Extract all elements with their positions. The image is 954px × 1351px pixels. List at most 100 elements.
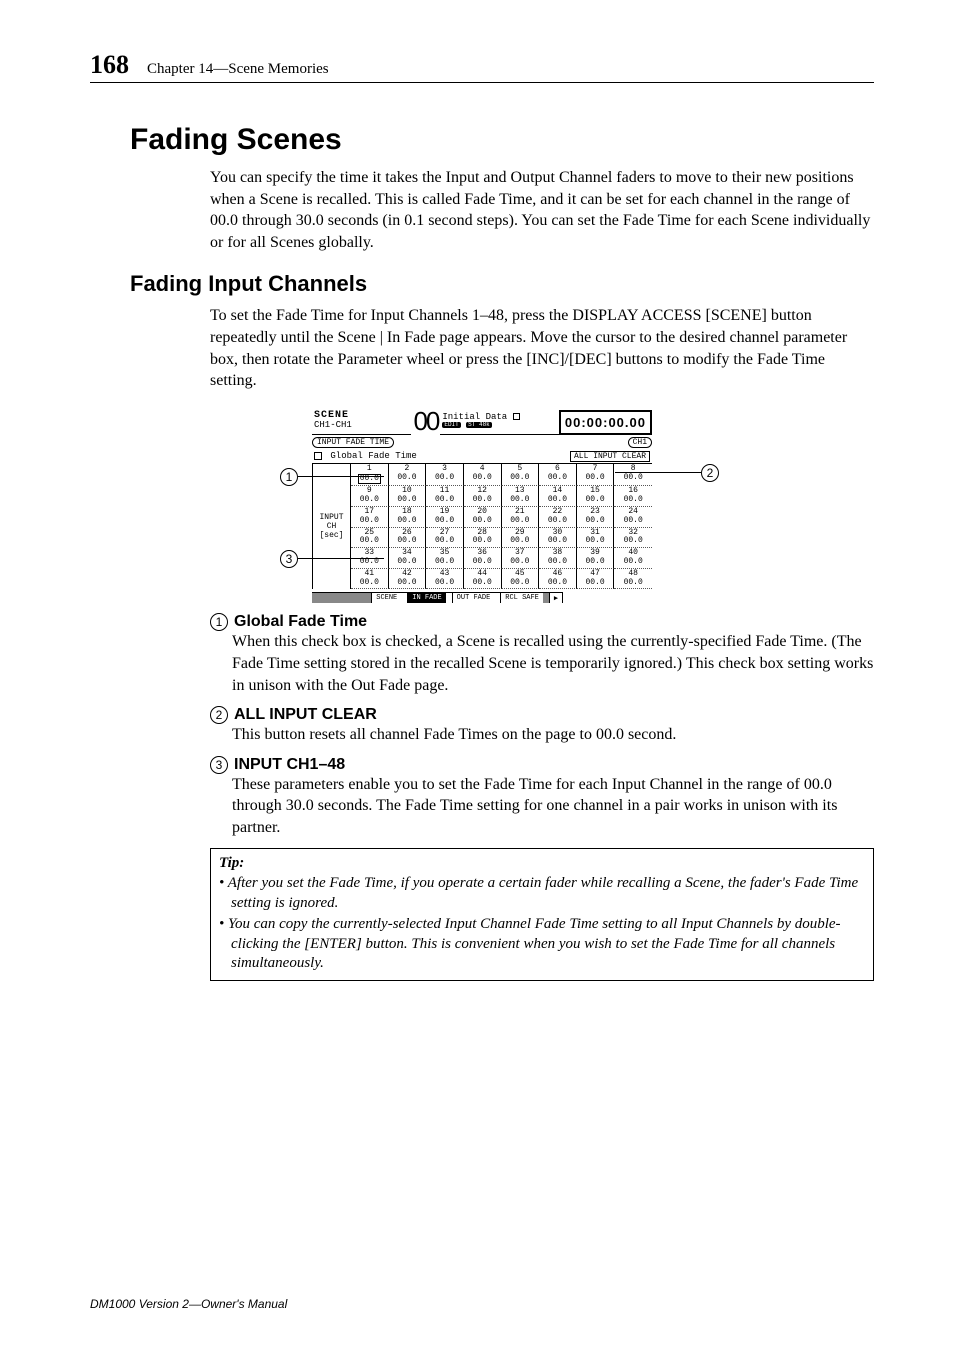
all-input-clear-button[interactable]: ALL INPUT CLEAR	[570, 451, 650, 462]
fade-label-input: INPUT	[319, 513, 343, 522]
lcd-global-row: Global Fade Time ALL INPUT CLEAR	[312, 450, 652, 463]
fade-cell-value: 00.0	[539, 496, 576, 505]
edit-badge: EDIT	[442, 422, 460, 428]
fade-cell-value: 00.0	[389, 496, 426, 505]
fade-cell-value: 00.0	[351, 517, 388, 526]
fade-cell-value: 00.0	[614, 517, 652, 526]
lcd-panel: SCENE CH1-CH1 00 Initial Data EDIT ST 48…	[312, 410, 652, 604]
fade-cell[interactable]: 2100.0	[502, 507, 540, 528]
fade-cell-value: 00.0	[426, 517, 463, 526]
fade-cell-value: 00.0	[539, 537, 576, 546]
fade-cell[interactable]: 1400.0	[539, 486, 577, 507]
lcd-title-block: Initial Data EDIT ST 48k	[440, 410, 559, 435]
h2-paragraph: To set the Fade Time for Input Channels …	[210, 305, 874, 391]
fade-cell[interactable]: 2800.0	[464, 528, 502, 549]
fade-cell[interactable]: 2000.0	[464, 507, 502, 528]
fade-cell-value: 00.0	[539, 558, 576, 567]
fade-cell[interactable]: 1500.0	[577, 486, 615, 507]
fade-cell[interactable]: 3100.0	[577, 528, 615, 549]
fade-cell-value: 00.0	[502, 579, 539, 588]
fade-cell[interactable]: 4700.0	[577, 569, 615, 590]
fade-cell[interactable]: 3200.0	[614, 528, 652, 549]
fade-cell[interactable]: 300.0	[426, 464, 464, 487]
fade-cell-ch: 1	[351, 465, 388, 474]
fade-cell-value: 00.0	[426, 579, 463, 588]
fade-cell[interactable]: 800.0	[614, 464, 652, 487]
heading-fading-input-channels: Fading Input Channels	[130, 271, 874, 297]
fade-cell[interactable]: 1200.0	[464, 486, 502, 507]
fade-cell[interactable]: 3900.0	[577, 548, 615, 569]
fade-cell[interactable]: 2900.0	[502, 528, 540, 549]
fade-cell[interactable]: 3000.0	[539, 528, 577, 549]
fade-cell[interactable]: 1700.0	[351, 507, 389, 528]
fade-cell-value: 00.0	[351, 558, 388, 567]
fade-cell[interactable]: 3500.0	[426, 548, 464, 569]
fade-cell[interactable]: 1600.0	[614, 486, 652, 507]
fade-time-grid[interactable]: 100.0200.0300.0400.0500.0600.0700.0800.0…	[351, 464, 652, 590]
fade-cell[interactable]: 4300.0	[426, 569, 464, 590]
global-fade-checkbox-group[interactable]: Global Fade Time	[314, 451, 417, 461]
tab-out-fade[interactable]: OUT FADE	[452, 592, 495, 603]
item-description: When this check box is checked, a Scene …	[232, 631, 874, 696]
fade-cell[interactable]: 3300.0	[351, 548, 389, 569]
heading-fading-scenes: Fading Scenes	[130, 123, 874, 157]
fade-cell[interactable]: 400.0	[464, 464, 502, 487]
callout-3-number: 3	[280, 550, 298, 568]
fade-cell-value: 00.0	[389, 537, 426, 546]
fade-cell[interactable]: 1000.0	[389, 486, 427, 507]
fade-cell[interactable]: 2700.0	[426, 528, 464, 549]
item-heading: 1Global Fade Time	[210, 613, 874, 631]
fade-cell[interactable]: 4100.0	[351, 569, 389, 590]
fade-cell[interactable]: 500.0	[502, 464, 540, 487]
fade-cell[interactable]: 2600.0	[389, 528, 427, 549]
tip-box: Tip: After you set the Fade Time, if you…	[210, 848, 874, 981]
fade-cell[interactable]: 4600.0	[539, 569, 577, 590]
fade-cell[interactable]: 4500.0	[502, 569, 540, 590]
fade-cell[interactable]: 2400.0	[614, 507, 652, 528]
fade-cell-value: 00.0	[358, 474, 381, 485]
fade-cell[interactable]: 4400.0	[464, 569, 502, 590]
fade-cell[interactable]: 1100.0	[426, 486, 464, 507]
tab-next-arrow[interactable]: ▶	[549, 592, 563, 603]
fade-cell[interactable]: 900.0	[351, 486, 389, 507]
fade-cell-value: 00.0	[426, 558, 463, 567]
fade-cell[interactable]: 2500.0	[351, 528, 389, 549]
fade-cell[interactable]: 3400.0	[389, 548, 427, 569]
fade-label-sec: [sec]	[319, 531, 343, 540]
fade-cell[interactable]: 3600.0	[464, 548, 502, 569]
fade-cell[interactable]: 200.0	[389, 464, 427, 487]
fade-cell-value: 00.0	[464, 474, 501, 483]
fade-cell-value: 00.0	[539, 517, 576, 526]
fade-cell[interactable]: 1800.0	[389, 507, 427, 528]
tab-scene[interactable]: SCENE	[371, 592, 401, 603]
fade-cell[interactable]: 4200.0	[389, 569, 427, 590]
fade-cell-value: 00.0	[502, 537, 539, 546]
page-header: 168 Chapter 14—Scene Memories	[90, 50, 874, 83]
lcd-ch-label: CH1-CH1	[314, 421, 409, 430]
fade-cell[interactable]: 700.0	[577, 464, 615, 487]
fade-cell-value: 00.0	[577, 496, 614, 505]
fade-cell[interactable]: 2300.0	[577, 507, 615, 528]
fade-cell[interactable]: 1300.0	[502, 486, 540, 507]
fade-cell-value: 00.0	[389, 558, 426, 567]
fade-cell[interactable]: 3800.0	[539, 548, 577, 569]
item-number-circle: 3	[210, 756, 228, 774]
fade-cell[interactable]: 600.0	[539, 464, 577, 487]
fade-cell[interactable]: 3700.0	[502, 548, 540, 569]
fade-cell-value: 00.0	[389, 579, 426, 588]
fade-cell[interactable]: 4000.0	[614, 548, 652, 569]
tip-item: You can copy the currently-selected Inpu…	[219, 915, 865, 974]
fade-cell-value: 00.0	[614, 579, 652, 588]
tab-rcl-safe[interactable]: RCL SAFE	[500, 592, 543, 603]
lcd-tabs: SCENE IN FADE OUT FADE RCL SAFE ▶	[312, 592, 652, 603]
fade-cell[interactable]: 1900.0	[426, 507, 464, 528]
fade-cell-value: 00.0	[614, 474, 652, 483]
fade-cell[interactable]: 4800.0	[614, 569, 652, 590]
fade-cell[interactable]: 100.0	[351, 464, 389, 487]
fade-cell-value: 00.0	[614, 558, 652, 567]
fade-cell-value: 00.0	[502, 558, 539, 567]
lcd-initial-data: Initial Data	[442, 412, 507, 422]
fade-cell[interactable]: 2200.0	[539, 507, 577, 528]
tab-in-fade[interactable]: IN FADE	[407, 592, 445, 603]
fade-table-label: INPUT CH [sec]	[313, 464, 351, 590]
